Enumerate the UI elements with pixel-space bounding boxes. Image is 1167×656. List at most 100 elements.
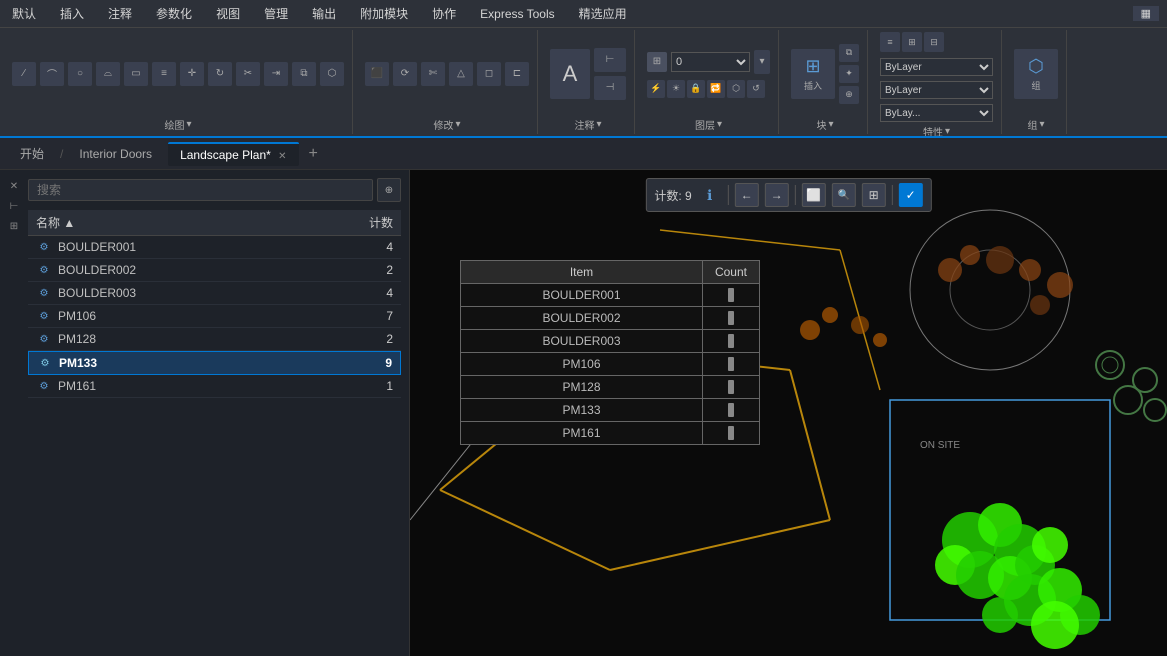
draw-label[interactable]: 绘图 ▾ — [164, 115, 191, 132]
bylayer-select3[interactable]: ByLay... — [880, 104, 993, 122]
rotate-icon[interactable]: ↻ — [208, 62, 232, 86]
props-icon1[interactable]: ≡ — [880, 32, 900, 52]
copy-icon[interactable]: ⧉ — [292, 62, 316, 86]
menu-featured[interactable]: 精选应用 — [575, 3, 631, 24]
extend-icon[interactable]: ⇥ — [264, 62, 288, 86]
menu-parametric[interactable]: 参数化 — [152, 3, 196, 24]
table-cell-name: BOULDER001 — [461, 284, 703, 307]
table-button[interactable]: ⊞ — [862, 183, 886, 207]
menu-default[interactable]: 默认 — [8, 3, 40, 24]
arc-icon[interactable]: ⌓ — [96, 62, 120, 86]
props-icon3[interactable]: ⊟ — [924, 32, 944, 52]
layer-label[interactable]: 图层 ▾ — [695, 115, 722, 132]
layer-btn6[interactable]: ↺ — [747, 80, 765, 98]
ribbon-group-draw: ∕ ⌒ ○ ⌓ ▭ ≡ ✛ ↻ ✂ ⇥ ⧉ ⬡ 绘图 ▾ — [4, 30, 353, 134]
polyline-icon[interactable]: ⌒ — [40, 62, 64, 86]
accept-button[interactable]: ✓ — [899, 183, 923, 207]
expand-panel-button[interactable]: ⊞ — [6, 218, 22, 234]
menu-express-tools[interactable]: Express Tools — [476, 5, 558, 23]
layer-select[interactable]: 0 — [671, 52, 750, 72]
modify-icon4[interactable]: △ — [449, 62, 473, 86]
tab-close-button[interactable]: ✕ — [278, 151, 286, 162]
pin-panel-button[interactable]: ⊢ — [6, 198, 22, 214]
table-row[interactable]: BOULDER002 — [461, 307, 760, 330]
menu-collaborate[interactable]: 协作 — [428, 3, 460, 24]
annotate-label[interactable]: 注释 ▾ — [574, 115, 601, 132]
modify-icon1[interactable]: ⬛ — [365, 62, 389, 86]
modify-label[interactable]: 修改 ▾ — [433, 115, 460, 132]
modify-icon3[interactable]: ✄ — [421, 62, 445, 86]
line-icon[interactable]: ∕ — [12, 62, 36, 86]
ribbon-content: ∕ ⌒ ○ ⌓ ▭ ≡ ✛ ↻ ✂ ⇥ ⧉ ⬡ 绘图 ▾ ⬛ ⟳ — [0, 28, 1167, 136]
text-icon[interactable]: A — [550, 49, 590, 99]
menu-manage[interactable]: 管理 — [260, 3, 292, 24]
close-panel-button[interactable]: ✕ — [6, 178, 22, 194]
search-expand-button[interactable]: ⊕ — [377, 178, 401, 202]
tab-interior-doors[interactable]: Interior Doors — [67, 143, 164, 165]
layer-dropdown[interactable]: ▾ — [754, 50, 770, 74]
trim-icon[interactable]: ✂ — [236, 62, 260, 86]
block-label[interactable]: 块 ▾ — [816, 115, 833, 132]
zoom-fit-button[interactable]: 🔍 — [832, 183, 856, 207]
props-label[interactable]: 特性 ▾ — [923, 122, 950, 136]
block-btn2[interactable]: ✦ — [839, 65, 859, 83]
list-item[interactable]: ⚙ PM128 2 — [28, 328, 401, 351]
annotate-icon2[interactable]: ⊣ — [594, 76, 626, 100]
menu-view[interactable]: 视图 — [212, 3, 244, 24]
list-item[interactable]: ⚙ BOULDER003 4 — [28, 282, 401, 305]
table-row[interactable]: PM133 — [461, 399, 760, 422]
layer-btn1[interactable]: ⚡ — [647, 80, 665, 98]
rect-icon[interactable]: ▭ — [124, 62, 148, 86]
ribbon-draw-icons: ∕ ⌒ ○ ⌓ ▭ ≡ ✛ ↻ ✂ ⇥ ⧉ ⬡ — [12, 32, 344, 115]
move-icon[interactable]: ✛ — [180, 62, 204, 86]
list-item[interactable]: ⚙ PM106 7 — [28, 305, 401, 328]
list-item[interactable]: ⚙ PM161 1 — [28, 375, 401, 398]
mirror-icon[interactable]: ⬡ — [320, 62, 344, 86]
group-icon[interactable]: ⬡ 组 — [1014, 49, 1058, 99]
prev-button[interactable]: ← — [735, 183, 759, 207]
layer-btn5[interactable]: ⬡ — [727, 80, 745, 98]
bylayer-select2[interactable]: ByLayer — [880, 81, 993, 99]
modify-icon5[interactable]: ◻ — [477, 62, 501, 86]
insert-icon[interactable]: ⊞ 插入 — [791, 49, 835, 99]
list-item-selected[interactable]: ⚙ PM133 9 — [28, 351, 401, 375]
tab-start[interactable]: 开始 — [8, 141, 56, 166]
table-row[interactable]: BOULDER003 — [461, 330, 760, 353]
props-chevron: ▾ — [945, 126, 950, 136]
list-item[interactable]: ⚙ BOULDER002 2 — [28, 259, 401, 282]
canvas-area[interactable]: ON SITE 计数: 9 ℹ ← → ⬜ 🔍 ⊞ ✓ Item Count — [410, 170, 1167, 656]
block-btn1[interactable]: ⧉ — [839, 44, 859, 62]
modify-icon6[interactable]: ⊏ — [505, 62, 529, 86]
list-item[interactable]: ⚙ BOULDER001 4 — [28, 236, 401, 259]
layer-btn2[interactable]: ☀ — [667, 80, 685, 98]
next-button[interactable]: → — [765, 183, 789, 207]
block-btn3[interactable]: ⊕ — [839, 86, 859, 104]
item-icon-pm106: ⚙ — [36, 308, 52, 324]
bylayer-select1[interactable]: ByLayer — [880, 58, 993, 76]
group-label[interactable]: 组 ▾ — [1027, 115, 1044, 132]
menu-app-button[interactable]: ▦ — [1133, 6, 1159, 21]
layer-btn3[interactable]: 🔒 — [687, 80, 705, 98]
table-row[interactable]: PM161 — [461, 422, 760, 445]
menu-addons[interactable]: 附加模块 — [356, 3, 412, 24]
hatch-icon[interactable]: ≡ — [152, 62, 176, 86]
header-name[interactable]: 名称 ▲ — [36, 214, 333, 231]
table-row[interactable]: PM106 — [461, 353, 760, 376]
props-icon2[interactable]: ⊞ — [902, 32, 922, 52]
info-button[interactable]: ℹ — [698, 183, 722, 207]
layer-icon-main[interactable]: ⊞ — [647, 52, 667, 72]
annotate-icon1[interactable]: ⊢ — [594, 48, 626, 72]
tab-landscape-plan[interactable]: Landscape Plan* ✕ — [168, 142, 298, 166]
menu-output[interactable]: 输出 — [308, 3, 340, 24]
menu-insert[interactable]: 插入 — [56, 3, 88, 24]
tab-add-button[interactable]: + — [303, 145, 324, 163]
zoom-extents-button[interactable]: ⬜ — [802, 183, 826, 207]
layer-btn4[interactable]: 🔁 — [707, 80, 725, 98]
menu-annotate[interactable]: 注释 — [104, 3, 136, 24]
circle-icon[interactable]: ○ — [68, 62, 92, 86]
modify-icon2[interactable]: ⟳ — [393, 62, 417, 86]
table-row[interactable]: PM128 — [461, 376, 760, 399]
table-row[interactable]: BOULDER001 — [461, 284, 760, 307]
search-input[interactable] — [28, 179, 373, 201]
header-count[interactable]: 计数 — [333, 214, 393, 231]
